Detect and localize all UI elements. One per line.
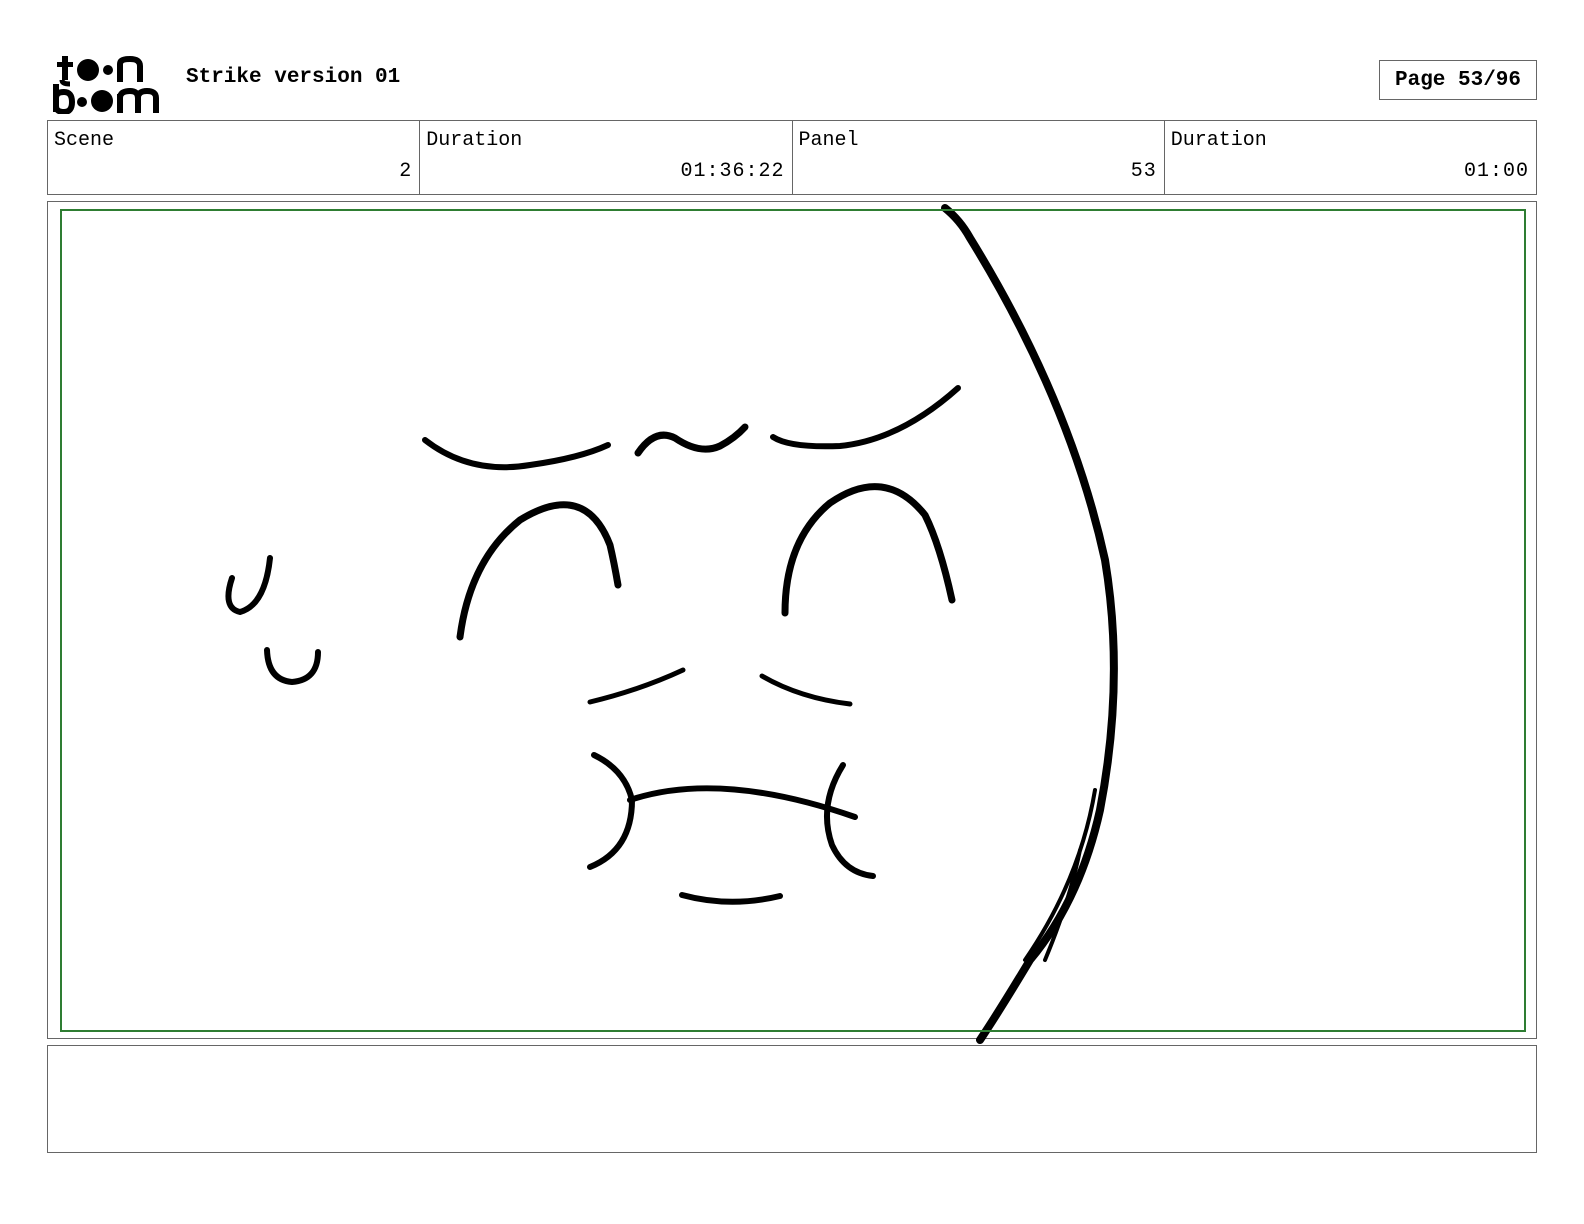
safe-frame (60, 209, 1526, 1032)
panel-notes-box (47, 1045, 1537, 1153)
